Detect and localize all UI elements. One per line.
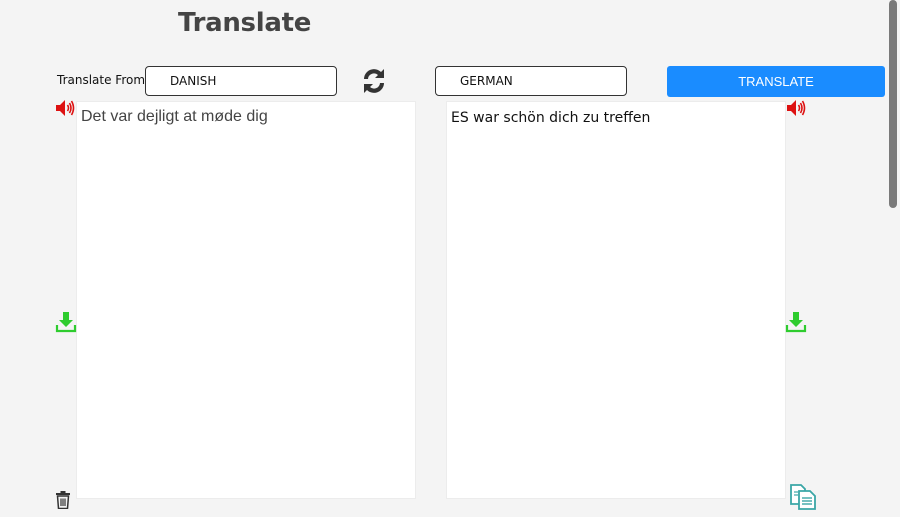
source-speak-button[interactable]	[55, 99, 75, 117]
translate-from-label: Translate From	[57, 73, 146, 87]
scrollbar-thumb[interactable]	[889, 0, 897, 208]
clear-text-button[interactable]	[55, 491, 71, 509]
source-download-button[interactable]	[55, 311, 77, 333]
download-icon	[55, 312, 77, 333]
source-language-select[interactable]: DANISH	[145, 66, 337, 96]
copy-translation-button[interactable]	[788, 482, 818, 512]
target-download-button[interactable]	[785, 311, 807, 333]
speaker-icon	[787, 100, 806, 116]
translator-page: Translate Translate From DANISH GERMAN T…	[0, 0, 900, 517]
target-speak-button[interactable]	[786, 99, 806, 117]
swap-languages-button[interactable]	[360, 64, 388, 98]
download-icon	[785, 312, 807, 333]
target-text-output[interactable]: ES war schön dich zu treffen	[446, 101, 786, 499]
trash-icon	[56, 491, 70, 509]
copy-icon	[790, 484, 816, 510]
source-text-input[interactable]: Det var dejligt at møde dig	[76, 101, 416, 499]
target-language-select[interactable]: GERMAN	[435, 66, 627, 96]
speaker-icon	[56, 100, 75, 116]
page-scrollbar[interactable]	[886, 0, 900, 517]
page-title: Translate	[178, 8, 312, 38]
translate-button[interactable]: TRANSLATE	[667, 66, 885, 97]
swap-icon	[364, 69, 384, 93]
